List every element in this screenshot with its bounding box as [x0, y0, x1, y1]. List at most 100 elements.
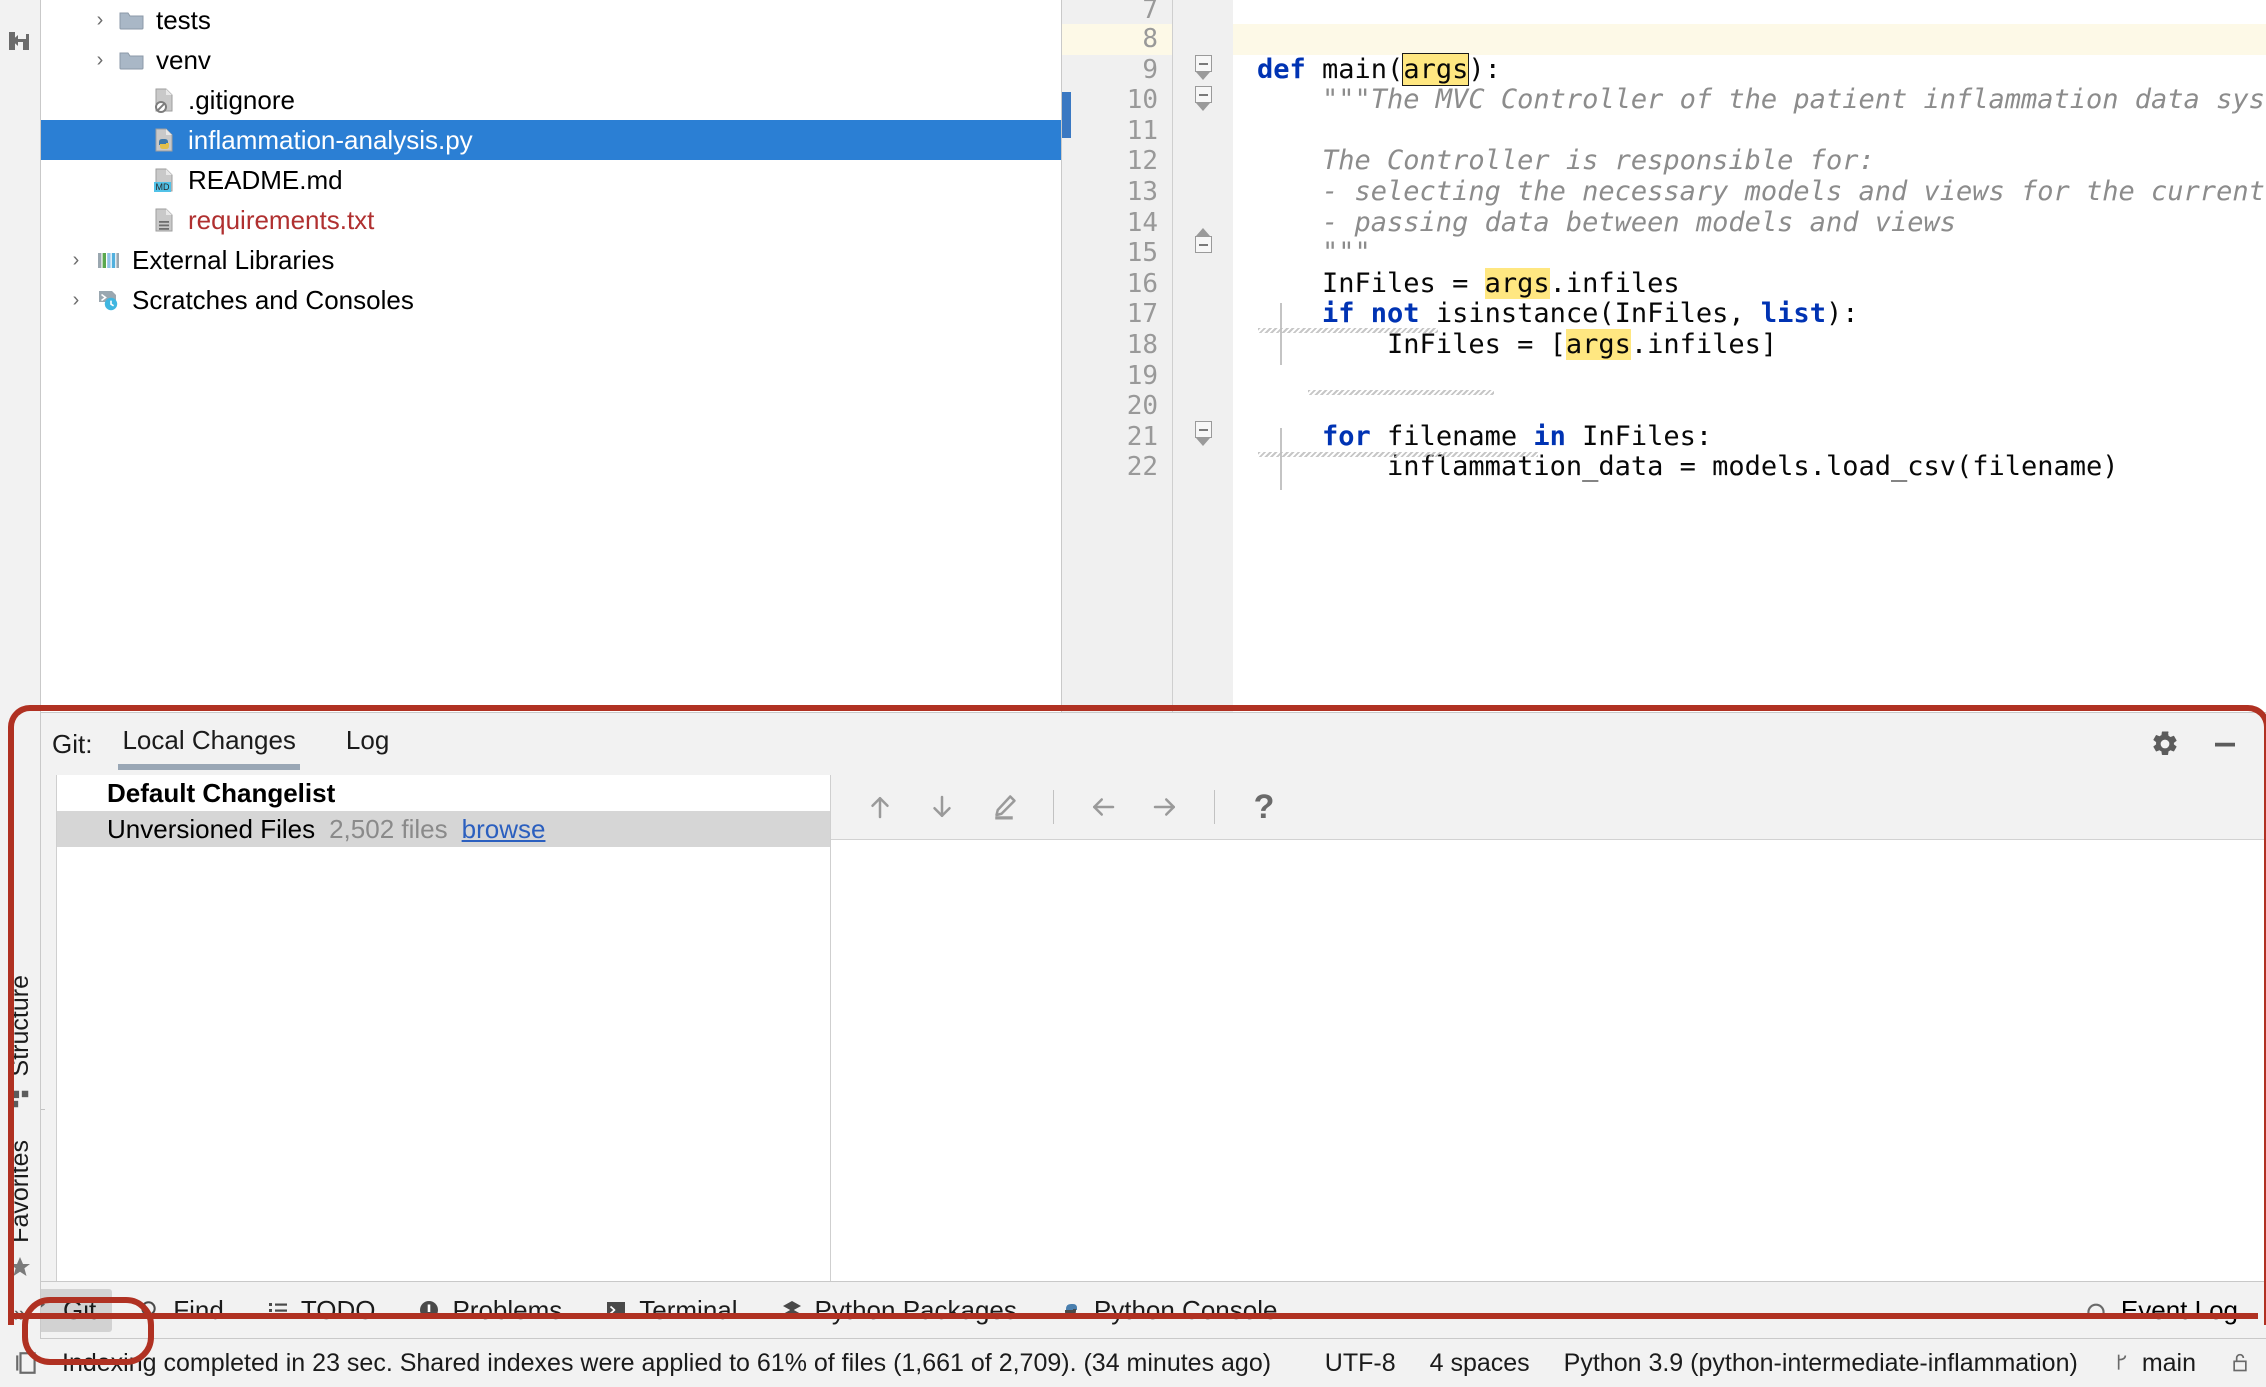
git-tool-window: Git: Local Changes Log Default Changelis… — [0, 712, 2266, 1281]
indent-guide — [1280, 428, 1282, 490]
indent-indicator[interactable]: 4 spaces — [1430, 1349, 1530, 1378]
diff-content-area — [831, 840, 2266, 1281]
rail-label-favorites[interactable]: Favorites — [6, 1140, 35, 1243]
code-token: if not — [1257, 298, 1436, 330]
unversioned-files-row[interactable]: Unversioned Files 2,502 files browse — [57, 811, 830, 847]
chevron-right-icon[interactable]: › — [63, 289, 89, 312]
annotation-underline — [14, 1313, 2258, 1319]
structure-icon[interactable] — [9, 1088, 31, 1110]
encoding-indicator[interactable]: UTF-8 — [1325, 1349, 1396, 1378]
tool-window-button-find[interactable]: Find — [122, 1289, 240, 1332]
terminal-icon — [604, 1297, 628, 1323]
line-number: 17 — [1126, 299, 1158, 330]
fold-marker[interactable] — [1195, 86, 1212, 103]
fold-marker[interactable] — [1195, 55, 1212, 72]
tree-item-external-libraries[interactable]: › External Libraries — [41, 240, 1061, 280]
upper-workspace: › tests › venv › .gitignore — [0, 0, 2266, 712]
code-line — [1233, 24, 2266, 55]
code-token: - selecting the necessary models and vie… — [1257, 175, 2266, 207]
editor-code-area[interactable]: def main(args): """The MVC Controller of… — [1233, 0, 2266, 712]
code-editor[interactable]: 7 8 9 10 11 12 13 14 15 16 17 18 19 20 2… — [1062, 0, 2266, 712]
gear-icon[interactable] — [2150, 729, 2180, 759]
fold-arrow-down-icon[interactable] — [1196, 72, 1210, 80]
code-line: if not isinstance(InFiles, list): — [1233, 299, 2266, 330]
unversioned-files-count: 2,502 files — [329, 813, 448, 844]
code-token: InFiles = [ — [1257, 328, 1566, 360]
tool-window-button-todo[interactable]: TODO — [250, 1289, 392, 1332]
lock-icon[interactable] — [2230, 1350, 2250, 1376]
indexing-icon[interactable] — [14, 1349, 40, 1377]
collapse-panel-icon[interactable] — [8, 28, 32, 54]
code-token: .infiles] — [1630, 328, 1778, 360]
previous-difference-icon[interactable] — [853, 783, 907, 831]
tool-window-button-python-console[interactable]: Python Console — [1043, 1289, 1294, 1332]
code-line: """ — [1233, 237, 2266, 269]
chevron-right-icon[interactable]: › — [87, 9, 113, 32]
tree-item-scratches-and-consoles[interactable]: › Scratches and Consoles — [41, 280, 1061, 320]
code-line: """The MVC Controller of the patient inf… — [1233, 84, 2266, 116]
tree-item-label: External Libraries — [132, 245, 335, 275]
tab-log[interactable]: Log — [338, 719, 397, 770]
accept-right-icon[interactable] — [1138, 783, 1192, 831]
python-icon — [1059, 1297, 1083, 1323]
tool-window-button-problems[interactable]: Problems — [401, 1289, 578, 1332]
chevron-right-icon[interactable]: › — [63, 249, 89, 272]
diff-toolbar: ? — [831, 775, 2266, 840]
code-token-highlight: args — [1402, 52, 1470, 86]
editor-fold-column[interactable] — [1173, 0, 1233, 712]
tool-window-button-python-packages[interactable]: Python Packages — [764, 1289, 1033, 1332]
tool-window-label: TODO — [300, 1294, 376, 1325]
line-number: 14 — [1126, 207, 1158, 238]
rail-label-structure[interactable]: Structure — [6, 975, 35, 1076]
fold-marker[interactable] — [1195, 236, 1212, 253]
changelist-default-row[interactable]: Default Changelist — [57, 775, 830, 811]
code-token-highlight: args — [1565, 328, 1631, 360]
code-line: for filename in InFiles: — [1233, 420, 2266, 453]
toolbar-separator — [1053, 790, 1054, 824]
left-tool-rail-lower: Structure Favorites » — [0, 712, 41, 1339]
line-number: 8 — [1062, 24, 1172, 55]
tree-item-tests[interactable]: › tests — [41, 0, 1061, 40]
code-token: """The MVC Controller of the patient inf… — [1257, 84, 2266, 116]
interpreter-indicator[interactable]: Python 3.9 (python-intermediate-inflamma… — [1564, 1349, 2078, 1378]
code-token: InFiles: — [1582, 420, 1713, 452]
git-header-actions — [2150, 713, 2240, 775]
tree-item-label: .gitignore — [188, 85, 295, 115]
branch-indicator[interactable]: main — [2112, 1349, 2196, 1378]
tree-item-requirements-txt[interactable]: › requirements.txt — [41, 200, 1061, 240]
editor-gutter[interactable]: 7 8 9 10 11 12 13 14 15 16 17 18 19 20 2… — [1062, 0, 1173, 712]
changes-list[interactable]: Default Changelist Unversioned Files 2,5… — [57, 775, 831, 1281]
help-icon[interactable]: ? — [1237, 783, 1291, 831]
star-icon[interactable] — [8, 1255, 32, 1279]
fold-arrow-up-icon[interactable] — [1196, 228, 1210, 236]
browse-link[interactable]: browse — [462, 814, 546, 845]
git-panel-label: Git: — [52, 728, 93, 759]
code-token: ): — [1468, 53, 1501, 85]
next-difference-icon[interactable] — [915, 783, 969, 831]
tree-item-venv[interactable]: › venv — [41, 40, 1061, 80]
code-line: InFiles = [args.infiles] — [1233, 328, 2266, 361]
python-file-icon — [149, 127, 179, 153]
tree-item-readme-md[interactable]: › MD README.md — [41, 160, 1061, 200]
event-log-button[interactable]: Event Log — [2083, 1295, 2238, 1326]
code-token: for — [1257, 420, 1388, 452]
edit-source-icon[interactable] — [977, 783, 1031, 831]
fold-arrow-down-icon[interactable] — [1196, 438, 1210, 446]
fold-marker[interactable] — [1195, 421, 1212, 438]
tool-window-label: Python Packages — [814, 1294, 1017, 1325]
code-token: filename — [1387, 420, 1534, 452]
minimize-icon[interactable] — [2210, 729, 2240, 759]
chevron-right-icon[interactable]: › — [87, 49, 113, 72]
tool-window-label: Problems — [452, 1294, 563, 1325]
tab-local-changes[interactable]: Local Changes — [114, 719, 303, 770]
tool-window-button-terminal[interactable]: Terminal — [588, 1289, 753, 1332]
tool-window-label: Python Console — [1093, 1294, 1278, 1325]
fold-arrow-down-icon[interactable] — [1196, 103, 1210, 111]
line-number: 9 — [1142, 54, 1158, 85]
accept-left-icon[interactable] — [1076, 783, 1130, 831]
tree-item-gitignore[interactable]: › .gitignore — [41, 80, 1061, 120]
tree-item-label: README.md — [188, 165, 343, 195]
project-tree[interactable]: › tests › venv › .gitignore — [41, 0, 1062, 712]
tree-item-inflammation-analysis-py[interactable]: › inflammation-analysis.py — [41, 120, 1061, 160]
